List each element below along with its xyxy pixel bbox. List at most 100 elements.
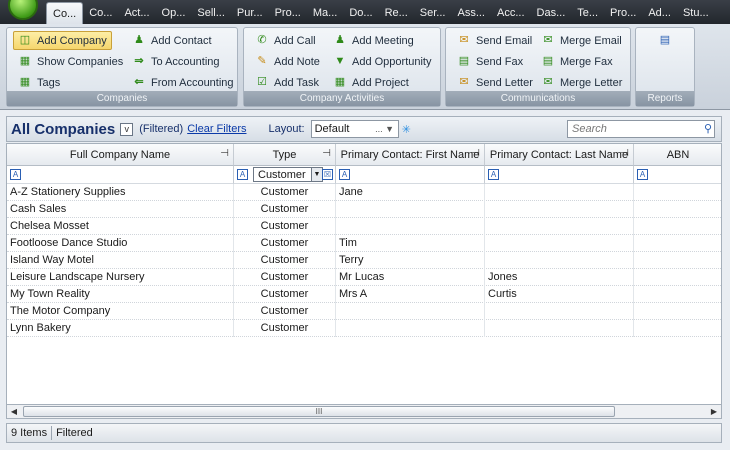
type-cell[interactable]: Customer bbox=[234, 303, 336, 320]
tab-templates[interactable]: Te... bbox=[571, 2, 604, 24]
company-name-cell[interactable]: A-Z Stationery Supplies bbox=[7, 184, 234, 201]
first-name-cell[interactable] bbox=[336, 218, 485, 235]
abn-cell[interactable] bbox=[634, 252, 721, 269]
last-name-cell[interactable]: Jones bbox=[485, 269, 634, 286]
show-companies-button[interactable]: ▦ Show Companies bbox=[13, 52, 128, 71]
chevron-down-icon[interactable]: ▼ bbox=[311, 168, 322, 181]
add-meeting-button[interactable]: ♟ Add Meeting bbox=[328, 31, 419, 50]
tab-purchasing[interactable]: Pur... bbox=[231, 2, 269, 24]
add-note-button[interactable]: ✎ Add Note bbox=[250, 52, 325, 71]
tab-projects[interactable]: Pro... bbox=[604, 2, 642, 24]
abn-cell[interactable] bbox=[634, 218, 721, 235]
filter-cell-type[interactable]: A Customer ▼ ☒ bbox=[234, 166, 336, 184]
filter-operator-icon[interactable]: A bbox=[339, 169, 350, 180]
tab-contacts[interactable]: Co... bbox=[83, 2, 118, 24]
tab-studio[interactable]: Stu... bbox=[677, 2, 715, 24]
merge-email-button[interactable]: ✉ Merge Email bbox=[536, 31, 627, 50]
to-accounting-button[interactable]: ⇒ To Accounting bbox=[127, 52, 225, 71]
tab-activities[interactable]: Act... bbox=[118, 2, 155, 24]
view-dropdown-button[interactable]: v bbox=[120, 122, 134, 136]
abn-cell[interactable] bbox=[634, 269, 721, 286]
send-fax-button[interactable]: ▤ Send Fax bbox=[452, 52, 528, 71]
from-accounting-button[interactable]: ⇐ From Accounting bbox=[127, 73, 239, 92]
add-opportunity-button[interactable]: ▼ Add Opportunity bbox=[328, 52, 437, 71]
scroll-right-icon[interactable]: ▶ bbox=[707, 405, 721, 418]
merge-fax-button[interactable]: ▤ Merge Fax bbox=[536, 52, 618, 71]
type-cell[interactable]: Customer bbox=[234, 286, 336, 303]
type-cell[interactable]: Customer bbox=[234, 218, 336, 235]
company-name-cell[interactable]: Chelsea Mosset bbox=[7, 218, 234, 235]
column-header-abn[interactable]: ABN bbox=[634, 144, 721, 166]
filter-cell-abn[interactable]: A bbox=[634, 166, 721, 184]
last-name-cell[interactable]: Curtis bbox=[485, 286, 634, 303]
add-task-button[interactable]: ☑ Add Task bbox=[250, 73, 324, 92]
filter-operator-icon[interactable]: A bbox=[237, 169, 248, 180]
abn-cell[interactable] bbox=[634, 201, 721, 218]
tab-documents[interactable]: Do... bbox=[343, 2, 378, 24]
tab-accounting[interactable]: Acc... bbox=[491, 2, 531, 24]
layout-select[interactable]: Default ... ▼ bbox=[310, 120, 399, 138]
tab-service[interactable]: Ser... bbox=[414, 2, 452, 24]
horizontal-scrollbar[interactable]: ◀ III ▶ bbox=[6, 405, 722, 419]
pin-icon[interactable]: ⊣ bbox=[471, 148, 480, 159]
first-name-cell[interactable] bbox=[336, 320, 485, 337]
tab-products[interactable]: Pro... bbox=[269, 2, 307, 24]
type-cell[interactable]: Customer bbox=[234, 201, 336, 218]
send-email-button[interactable]: ✉ Send Email bbox=[452, 31, 537, 50]
last-name-cell[interactable] bbox=[485, 235, 634, 252]
type-cell[interactable]: Customer bbox=[234, 269, 336, 286]
first-name-cell[interactable]: Mr Lucas bbox=[336, 269, 485, 286]
first-name-cell[interactable]: Jane bbox=[336, 184, 485, 201]
star-icon[interactable]: ✳ bbox=[402, 123, 411, 136]
pin-icon[interactable]: ⊣ bbox=[620, 148, 629, 159]
table-row[interactable]: Chelsea Mosset Customer bbox=[7, 218, 721, 235]
clear-filters-link[interactable]: Clear Filters bbox=[187, 123, 246, 135]
abn-cell[interactable] bbox=[634, 320, 721, 337]
type-filter-dropdown[interactable]: Customer ▼ bbox=[253, 167, 323, 182]
filter-cell-name[interactable]: A bbox=[7, 166, 234, 184]
last-name-cell[interactable] bbox=[485, 184, 634, 201]
pin-icon[interactable]: ⊣ bbox=[322, 148, 331, 159]
last-name-cell[interactable] bbox=[485, 303, 634, 320]
filter-cell-last-name[interactable]: A bbox=[485, 166, 634, 184]
filter-operator-icon[interactable]: A bbox=[10, 169, 21, 180]
tab-selling[interactable]: Sell... bbox=[191, 2, 231, 24]
type-cell[interactable]: Customer bbox=[234, 235, 336, 252]
pin-icon[interactable]: ⊣ bbox=[220, 148, 229, 159]
tab-dashboard[interactable]: Das... bbox=[531, 2, 572, 24]
table-row[interactable]: Lynn Bakery Customer bbox=[7, 320, 721, 337]
add-project-button[interactable]: ▦ Add Project bbox=[328, 73, 414, 92]
type-cell[interactable]: Customer bbox=[234, 320, 336, 337]
column-header-first-name[interactable]: Primary Contact: First Name ⊣ bbox=[336, 144, 485, 166]
column-header-full-company-name[interactable]: Full Company Name ⊣ bbox=[7, 144, 234, 166]
add-contact-button[interactable]: ♟ Add Contact bbox=[127, 31, 217, 50]
table-row[interactable]: My Town Reality Customer Mrs A Curtis bbox=[7, 286, 721, 303]
company-name-cell[interactable]: My Town Reality bbox=[7, 286, 234, 303]
column-header-type[interactable]: Type ⊣ bbox=[234, 144, 336, 166]
clear-filter-icon[interactable]: ☒ bbox=[322, 169, 333, 180]
scroll-thumb[interactable]: III bbox=[23, 406, 615, 417]
add-company-button[interactable]: ◫ Add Company bbox=[13, 31, 112, 50]
last-name-cell[interactable] bbox=[485, 201, 634, 218]
scroll-left-icon[interactable]: ◀ bbox=[7, 405, 21, 418]
company-name-cell[interactable]: Island Way Motel bbox=[7, 252, 234, 269]
app-menu-orb[interactable] bbox=[8, 0, 38, 20]
first-name-cell[interactable]: Terry bbox=[336, 252, 485, 269]
type-cell[interactable]: Customer bbox=[234, 184, 336, 201]
table-row[interactable]: A-Z Stationery Supplies Customer Jane bbox=[7, 184, 721, 201]
tab-companies[interactable]: Co... bbox=[46, 2, 84, 24]
first-name-cell[interactable]: Mrs A bbox=[336, 286, 485, 303]
table-row[interactable]: Leisure Landscape Nursery Customer Mr Luca… bbox=[7, 269, 721, 286]
last-name-cell[interactable] bbox=[485, 218, 634, 235]
company-name-cell[interactable]: Lynn Bakery bbox=[7, 320, 234, 337]
reports-button[interactable]: ▤ bbox=[653, 31, 677, 50]
table-row[interactable]: Cash Sales Customer bbox=[7, 201, 721, 218]
add-call-button[interactable]: ✆ Add Call bbox=[250, 31, 321, 50]
tab-reports[interactable]: Re... bbox=[379, 2, 414, 24]
tab-opportunities[interactable]: Op... bbox=[156, 2, 192, 24]
first-name-cell[interactable]: Tim bbox=[336, 235, 485, 252]
filter-cell-first-name[interactable]: A bbox=[336, 166, 485, 184]
tags-button[interactable]: ▦ Tags bbox=[13, 73, 65, 92]
search-input[interactable]: Search ⚲ bbox=[567, 120, 715, 138]
company-name-cell[interactable]: Footloose Dance Studio bbox=[7, 235, 234, 252]
